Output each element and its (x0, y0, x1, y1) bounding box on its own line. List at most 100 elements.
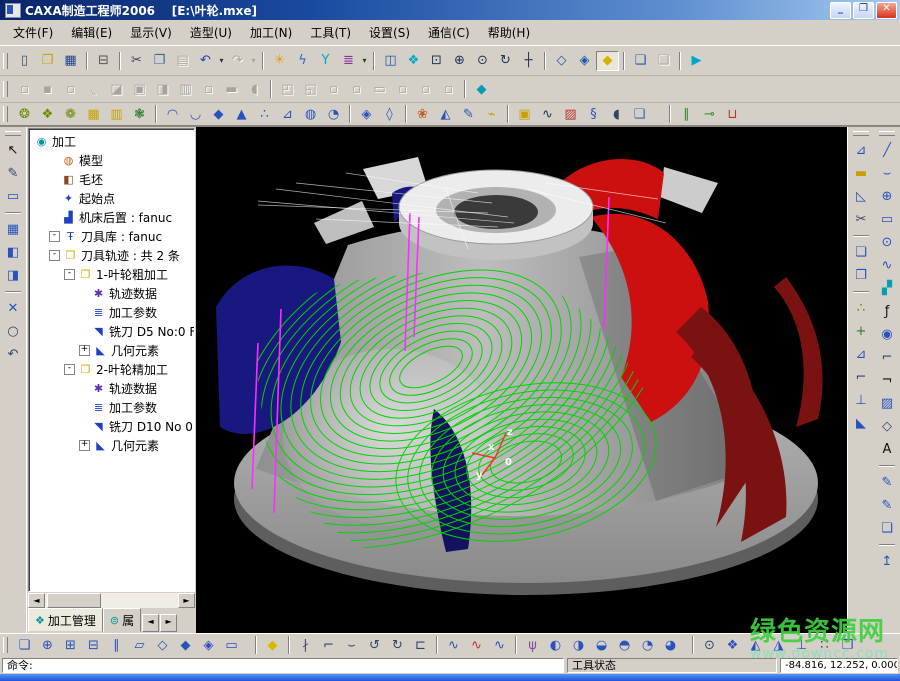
ellipse-tool[interactable]: ⊙ (876, 232, 898, 253)
line-tool[interactable]: ╱ (876, 140, 898, 161)
plane-patch-tool[interactable]: ▞ (876, 278, 898, 299)
hidden-line-display[interactable]: ◈ (573, 51, 596, 71)
tree-item[interactable]: ✦起始点 (31, 189, 194, 208)
dynamic-render[interactable]: ϟ (291, 51, 314, 71)
menu-item[interactable]: 通信(C) (419, 21, 479, 44)
tab-scroll-left[interactable]: ◄ (142, 614, 159, 632)
transform-explode[interactable]: ❖ (721, 635, 744, 655)
rough-machining-3[interactable]: ❁ (59, 104, 82, 124)
translate-copy[interactable]: ❐ (836, 635, 859, 655)
rough-machining[interactable]: ❂ (13, 104, 36, 124)
circle-select-tool[interactable]: ○ (2, 321, 24, 342)
simulation-stock[interactable]: ⊔ (721, 104, 744, 124)
plane-box-tool[interactable]: ▭ (2, 186, 24, 207)
bring-to-front[interactable]: ❏ (629, 51, 652, 71)
snap-point-tool[interactable]: ⊥ (850, 390, 872, 411)
rectangle-tool[interactable]: ▭ (876, 209, 898, 230)
finish-machining-4[interactable]: ▲ (230, 104, 253, 124)
menu-item[interactable]: 编辑(E) (62, 21, 121, 44)
finish-machining-2[interactable]: ◡ (184, 104, 207, 124)
shaded-display[interactable]: ◆ (596, 51, 619, 71)
tree-expander[interactable]: + (79, 345, 90, 356)
guide-line-tool[interactable]: ◣ (850, 413, 872, 434)
plane-tool-5[interactable]: ▭ (220, 635, 243, 655)
zoom-dynamic[interactable]: ⊙ (471, 51, 494, 71)
save-file[interactable]: ▦ (59, 51, 82, 71)
multi-axis-machining[interactable]: ❀ (411, 104, 434, 124)
tree-item[interactable]: ✱轨迹数据 (31, 284, 194, 303)
tree-item[interactable]: ◉加工 (31, 132, 194, 151)
arc-tool[interactable]: ⌣ (876, 163, 898, 184)
tree-item[interactable]: ◥铣刀 D10 No 0 (31, 417, 194, 436)
cut[interactable]: ✂ (125, 51, 148, 71)
angle-ref-tool[interactable]: ⊿ (850, 344, 872, 365)
rough-machining-2[interactable]: ❖ (36, 104, 59, 124)
s-surface-machining[interactable]: § (582, 104, 605, 124)
render-light[interactable]: ☀ (268, 51, 291, 71)
tree-item[interactable]: +◣几何元素 (31, 436, 194, 455)
toolbar-grip[interactable] (3, 106, 8, 122)
tree-item[interactable]: ◧毛坯 (31, 170, 194, 189)
tree-item[interactable]: -❐刀具轨迹 : 共 2 条 (31, 246, 194, 265)
toolbar-grip[interactable] (3, 53, 8, 69)
3d-viewport[interactable]: z x y 0 (196, 127, 847, 633)
filter[interactable]: Y (314, 51, 337, 71)
plane-tool-3[interactable]: ◆ (174, 635, 197, 655)
undo-dropdown[interactable]: ▾ (217, 56, 226, 65)
tree-item[interactable]: +◣几何元素 (31, 341, 194, 360)
tree-item[interactable]: ≣加工参数 (31, 303, 194, 322)
tree-item[interactable]: ✱轨迹数据 (31, 379, 194, 398)
view-spotlight[interactable]: ▶ (685, 51, 708, 71)
c-machining[interactable]: ◖ (605, 104, 628, 124)
rotate-view[interactable]: ↻ (494, 51, 517, 71)
surface-region[interactable]: ❏ (13, 635, 36, 655)
plane-tool-4[interactable]: ◈ (197, 635, 220, 655)
tree-item[interactable]: ▟机床后置 : fanuc (31, 208, 194, 227)
toolbar-grip[interactable] (3, 637, 8, 653)
scrollbar-thumb[interactable] (47, 593, 101, 608)
menu-item[interactable]: 显示(V) (121, 21, 181, 44)
close-button[interactable]: ✕ (876, 2, 897, 19)
tree-expander[interactable]: + (79, 440, 90, 451)
command-field[interactable]: 命令: (2, 658, 564, 673)
curve-machining[interactable]: ∿ (536, 104, 559, 124)
pan-view[interactable]: ┼ (517, 51, 540, 71)
dim-delete-tool[interactable]: ✂ (850, 209, 872, 230)
delete-tool[interactable]: ✕ (2, 298, 24, 319)
surface-loft[interactable]: ψ (521, 635, 544, 655)
finish-machining-8[interactable]: ◔ (322, 104, 345, 124)
blade-machining[interactable]: ◭ (434, 104, 457, 124)
groove-machining[interactable]: ◈ (355, 104, 378, 124)
plane-f[interactable]: ⊞ (59, 635, 82, 655)
curve-corner[interactable]: ⌐ (317, 635, 340, 655)
point-tool[interactable]: ◉ (876, 324, 898, 345)
simulation-path[interactable]: ⊸ (698, 104, 721, 124)
plane-tool-1[interactable]: ▱ (128, 635, 151, 655)
sketch-tool[interactable]: ✎ (2, 163, 24, 184)
circle-tool[interactable]: ⊕ (876, 186, 898, 207)
curve-fillet[interactable]: ⌣ (340, 635, 363, 655)
tree-item[interactable]: -❐1-叶轮粗加工 (31, 265, 194, 284)
grid-snap-tool[interactable]: ∴ (850, 298, 872, 319)
view-orientation-tool[interactable]: ◆ (470, 79, 493, 99)
zoom-in[interactable]: ⊕ (448, 51, 471, 71)
layer-machining[interactable]: ▥ (105, 104, 128, 124)
surface-sweep-5[interactable]: ◔ (636, 635, 659, 655)
plane-tool-2[interactable]: ◇ (151, 635, 174, 655)
select-arrow[interactable]: ↖ (2, 140, 24, 161)
coordinate-tool[interactable]: + (850, 321, 872, 342)
curve-extend[interactable]: ↻ (386, 635, 409, 655)
tab-machining-manager[interactable]: ❖ 加工管理 (28, 608, 103, 632)
surface-sweep-6[interactable]: ◕ (659, 635, 682, 655)
curve-trim[interactable]: ∤ (294, 635, 317, 655)
finish-machining-6[interactable]: ⊿ (276, 104, 299, 124)
menu-item[interactable]: 加工(N) (241, 21, 301, 44)
scroll-left-button[interactable]: ◄ (28, 593, 45, 608)
curve-eraser-tool[interactable]: ◇ (876, 416, 898, 437)
layers[interactable]: ≣ (337, 51, 360, 71)
post-process[interactable]: ❏ (628, 104, 651, 124)
tree-horizontal-scrollbar[interactable]: ◄ ► (28, 593, 195, 608)
process-sheet-tool[interactable]: ▦ (2, 219, 24, 240)
plunge-machining[interactable]: ▦ (82, 104, 105, 124)
menu-item[interactable]: 文件(F) (4, 21, 62, 44)
